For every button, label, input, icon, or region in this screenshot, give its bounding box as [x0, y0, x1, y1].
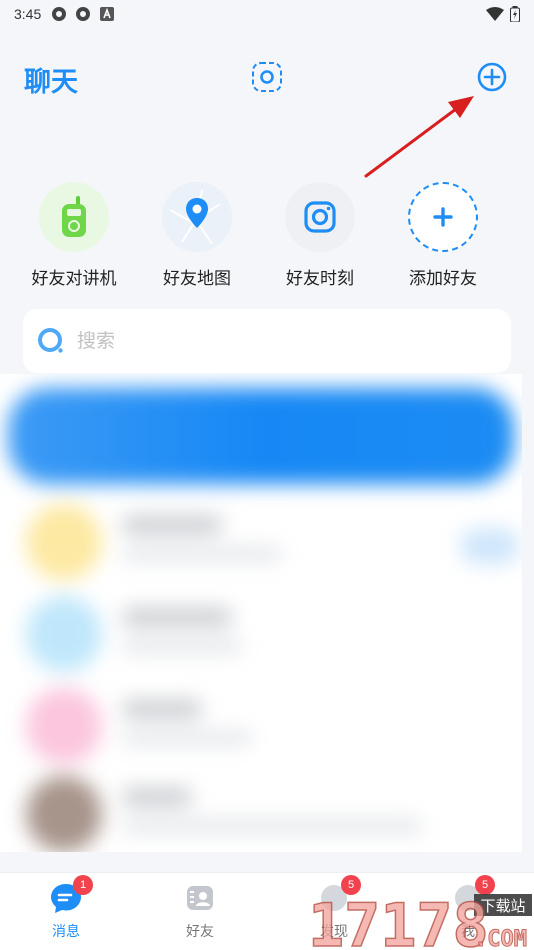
map-pin-icon	[162, 182, 232, 252]
list-item[interactable]	[22, 766, 512, 852]
search-icon	[38, 328, 63, 353]
avatar	[26, 776, 102, 852]
status-right	[486, 6, 520, 22]
site-watermark-logo: 下载站 17178 .COM	[307, 890, 532, 950]
unread-badge: 1	[73, 875, 93, 895]
annotation-arrow-icon	[364, 96, 474, 178]
list-item[interactable]	[22, 678, 512, 768]
battery-icon	[510, 6, 520, 22]
watermark-suffix: .COM	[474, 927, 527, 950]
wifi-icon	[486, 7, 504, 21]
quick-action-label: 好友时刻	[286, 269, 354, 289]
quick-action-label: 好友对讲机	[31, 269, 117, 289]
camera-moment-icon	[285, 182, 355, 252]
list-item-action[interactable]	[460, 528, 520, 564]
tab-label: 消息	[52, 924, 80, 940]
quick-action-label: 好友地图	[163, 269, 231, 289]
chat-bubble-icon: 1	[49, 875, 93, 915]
promo-banner[interactable]	[8, 388, 514, 484]
tab-messages[interactable]: 1 消息	[16, 875, 116, 941]
scan-button[interactable]	[251, 61, 283, 93]
quick-action-label: 添加好友	[409, 269, 477, 289]
tab-friends[interactable]: 好友	[150, 881, 250, 941]
add-menu-button[interactable]	[477, 62, 507, 92]
tab-label: 好友	[186, 924, 214, 940]
search-bar[interactable]	[23, 309, 511, 373]
plus-icon	[408, 182, 478, 252]
search-input[interactable]	[77, 330, 457, 352]
avatar	[26, 596, 102, 672]
quick-action-friend-moments[interactable]: 好友时刻	[260, 182, 380, 289]
chat-list	[0, 374, 522, 852]
status-time: 3:45	[14, 6, 42, 22]
quick-action-friend-map[interactable]: 好友地图	[137, 182, 257, 289]
walkie-talkie-icon	[39, 182, 109, 252]
watermark-digits: 17178	[308, 891, 489, 950]
avatar	[26, 504, 102, 580]
notification-app-icon	[76, 7, 91, 21]
quick-action-add-friend[interactable]: 添加好友	[383, 182, 503, 289]
avatar	[26, 688, 102, 764]
quick-actions: 好友对讲机 好友地图 好友时刻 添加好友	[0, 182, 534, 292]
contacts-icon	[183, 881, 217, 915]
list-item[interactable]	[22, 494, 520, 584]
status-bar: 3:45	[0, 0, 534, 28]
list-item[interactable]	[22, 586, 512, 676]
notification-app-icon	[52, 7, 67, 21]
quick-action-walkie-talkie[interactable]: 好友对讲机	[14, 182, 134, 289]
page-title: 聊天	[24, 67, 78, 98]
notification-font-icon	[100, 7, 115, 21]
